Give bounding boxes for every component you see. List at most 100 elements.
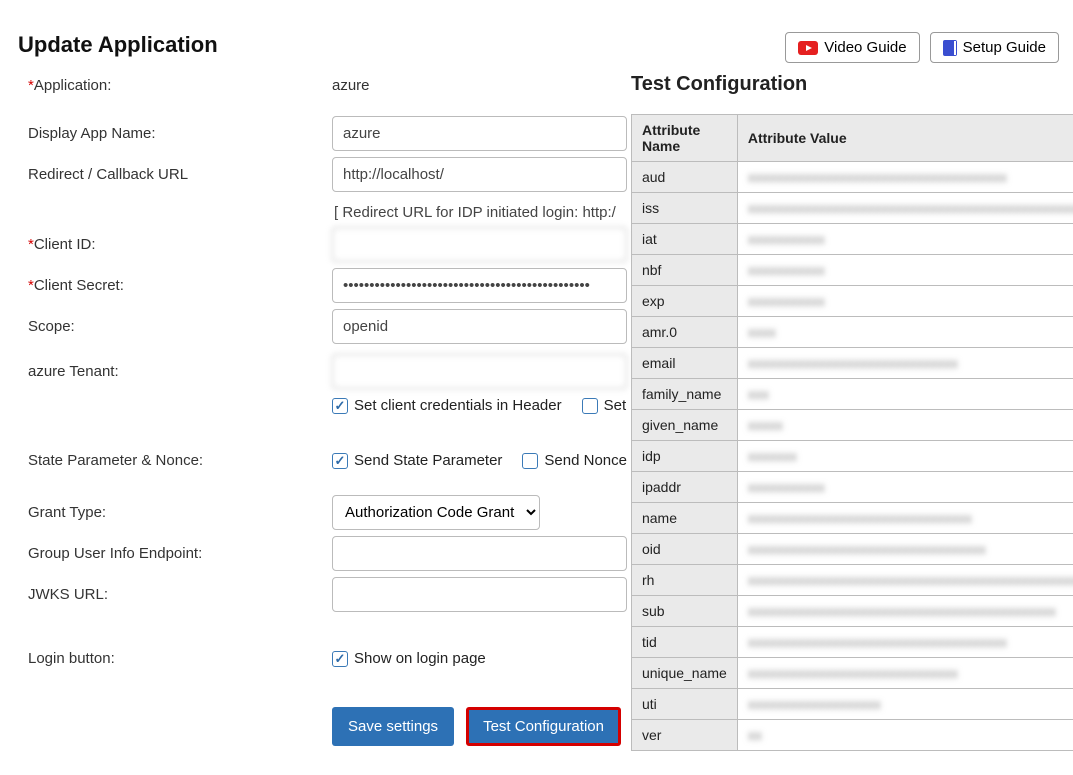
send-state-label: Send State Parameter [354,452,502,469]
attr-name-cell: given_name [631,410,737,441]
table-row: namexxxxxxxxxxxxxxxxxxxxxxxxxxxxxxxx [631,503,1073,534]
attr-name-cell: exp [631,286,737,317]
table-row: rhxxxxxxxxxxxxxxxxxxxxxxxxxxxxxxxxxxxxxx… [631,565,1073,596]
attr-value-cell: xxxxxxxxxxxxxxxxxxxxxxxxxxxxxxxxxxxxxxxx… [737,193,1073,224]
table-row: nbfxxxxxxxxxxx [631,255,1073,286]
attr-name-cell: unique_name [631,658,737,689]
page-title: Update Application [18,32,218,58]
show-on-login-label: Show on login page [354,650,486,667]
attr-value-cell: xxxxxxxxxxx [737,224,1073,255]
attr-value-cell: xxxxxxxxxxxxxxxxxxxxxxxxxxxxxxxxxxxxx [737,162,1073,193]
attr-name-cell: tid [631,627,737,658]
attr-value-cell: xxxxxxxxxxxxxxxxxxx [737,689,1073,720]
table-row: emailxxxxxxxxxxxxxxxxxxxxxxxxxxxxxx [631,348,1073,379]
display-name-label: Display App Name: [28,121,332,146]
test-configuration-title: Test Configuration [631,73,1073,96]
table-row: oidxxxxxxxxxxxxxxxxxxxxxxxxxxxxxxxxxx [631,534,1073,565]
attr-value-cell: xxxxxxxxxxxxxxxxxxxxxxxxxxxxxxxx [737,503,1073,534]
redirect-hint: [ Redirect URL for IDP initiated login: … [332,198,627,225]
show-on-login-checkbox[interactable] [332,651,348,667]
client-id-label: Client ID: [34,236,96,253]
scope-input[interactable] [332,309,627,344]
grant-type-select[interactable]: Authorization Code Grant [332,495,540,530]
attr-value-cell: xxxxxxxxxxxxxxxxxxxxxxxxxxxxxxxxxxxxxxxx… [737,596,1073,627]
save-settings-button[interactable]: Save settings [332,707,454,746]
attr-name-cell: oid [631,534,737,565]
client-credentials-body-checkbox[interactable] [582,398,598,414]
application-label: Application: [34,77,112,94]
send-nonce-label: Send Nonce [544,452,627,469]
send-nonce-checkbox[interactable] [522,453,538,469]
attr-value-cell: xxxxxxxxxxxxxxxxxxxxxxxxxxxxxxxxxxxxx [737,627,1073,658]
group-endpoint-label: Group User Info Endpoint: [28,541,332,566]
group-endpoint-input[interactable] [332,536,627,571]
attr-name-cell: sub [631,596,737,627]
attr-value-cell: xxxx [737,317,1073,348]
attr-value-cell: xxxxx [737,410,1073,441]
redirect-label: Redirect / Callback URL [28,162,332,187]
attr-value-cell: xxxxxxxxxxxxxxxxxxxxxxxxxxxxxxxxxxxxxxxx… [737,565,1073,596]
table-row: unique_namexxxxxxxxxxxxxxxxxxxxxxxxxxxxx… [631,658,1073,689]
client-secret-label: Client Secret: [34,277,124,294]
setup-guide-label: Setup Guide [963,39,1046,56]
setup-guide-button[interactable]: Setup Guide [930,32,1059,63]
attr-value-cell: xxx [737,379,1073,410]
attr-name-cell: iat [631,224,737,255]
application-value: azure [332,73,627,98]
table-row: expxxxxxxxxxxx [631,286,1073,317]
jwks-url-input[interactable] [332,577,627,612]
client-credentials-header-checkbox[interactable] [332,398,348,414]
attr-value-cell: xxxxxxxxxxxxxxxxxxxxxxxxxxxxxx [737,348,1073,379]
attr-name-cell: amr.0 [631,317,737,348]
jwks-url-label: JWKS URL: [28,582,332,607]
attr-name-cell: ver [631,720,737,751]
table-row: verxx [631,720,1073,751]
attr-value-cell: xxxxxxxxxxx [737,472,1073,503]
col-attribute-value: Attribute Value [737,115,1073,162]
attr-value-cell: xxxxxxx [737,441,1073,472]
table-row: audxxxxxxxxxxxxxxxxxxxxxxxxxxxxxxxxxxxxx [631,162,1073,193]
youtube-icon [798,41,818,55]
attr-name-cell: nbf [631,255,737,286]
grant-type-label: Grant Type: [28,500,332,525]
attr-value-cell: xxxxxxxxxxx [737,286,1073,317]
attributes-table: Attribute Name Attribute Value audxxxxxx… [631,114,1073,751]
table-row: iatxxxxxxxxxxx [631,224,1073,255]
table-row: given_namexxxxx [631,410,1073,441]
client-credentials-body-label: Set [604,397,627,414]
table-row: family_namexxx [631,379,1073,410]
client-secret-input[interactable] [332,268,627,303]
attr-name-cell: idp [631,441,737,472]
book-icon [943,40,957,56]
send-state-checkbox[interactable] [332,453,348,469]
video-guide-label: Video Guide [824,39,906,56]
table-row: issxxxxxxxxxxxxxxxxxxxxxxxxxxxxxxxxxxxxx… [631,193,1073,224]
tenant-label: azure Tenant: [28,359,332,384]
attr-value-cell: xxxxxxxxxxx [737,255,1073,286]
attr-name-cell: name [631,503,737,534]
attr-name-cell: aud [631,162,737,193]
tenant-input[interactable] [332,354,627,389]
client-credentials-header-label: Set client credentials in Header [354,397,562,414]
attr-value-cell: xx [737,720,1073,751]
attr-name-cell: iss [631,193,737,224]
attr-value-cell: xxxxxxxxxxxxxxxxxxxxxxxxxxxxxx [737,658,1073,689]
table-row: utixxxxxxxxxxxxxxxxxxx [631,689,1073,720]
attr-value-cell: xxxxxxxxxxxxxxxxxxxxxxxxxxxxxxxxxx [737,534,1073,565]
attr-name-cell: ipaddr [631,472,737,503]
table-row: idpxxxxxxx [631,441,1073,472]
attr-name-cell: family_name [631,379,737,410]
attr-name-cell: email [631,348,737,379]
table-row: subxxxxxxxxxxxxxxxxxxxxxxxxxxxxxxxxxxxxx… [631,596,1073,627]
scope-label: Scope: [28,314,332,339]
table-row: amr.0xxxx [631,317,1073,348]
display-name-input[interactable] [332,116,627,151]
test-configuration-button[interactable]: Test Configuration [466,707,621,746]
table-row: tidxxxxxxxxxxxxxxxxxxxxxxxxxxxxxxxxxxxxx [631,627,1073,658]
video-guide-button[interactable]: Video Guide [785,32,919,63]
table-row: ipaddrxxxxxxxxxxx [631,472,1073,503]
client-id-input[interactable] [332,227,627,262]
attr-name-cell: rh [631,565,737,596]
redirect-url-input[interactable] [332,157,627,192]
attr-name-cell: uti [631,689,737,720]
